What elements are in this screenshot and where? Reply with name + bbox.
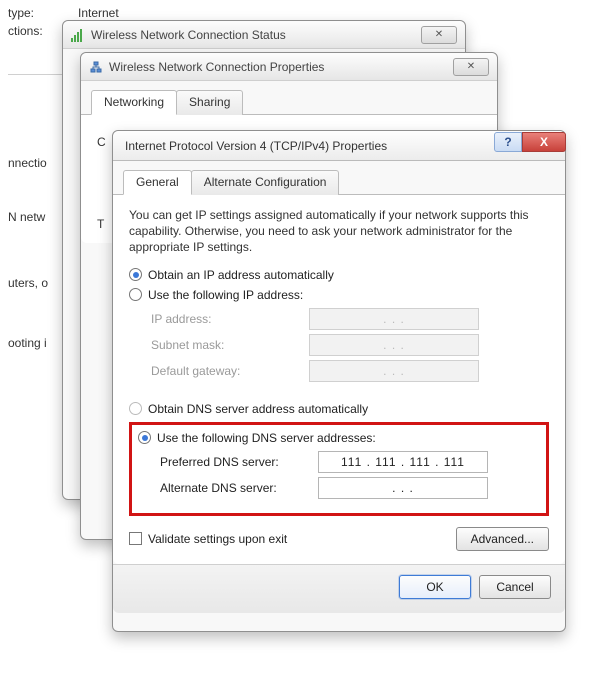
radio-ip-manual-label: Use the following IP address: [148,288,303,302]
radio-ip-auto[interactable] [129,268,142,281]
alternate-dns-label: Alternate DNS server: [160,481,310,495]
properties-tabs: Networking Sharing [81,81,497,115]
ipv4-footer: OK Cancel [113,564,565,613]
ok-button[interactable]: OK [399,575,471,599]
ipv4-tabs: General Alternate Configuration [113,161,565,195]
status-titlebar[interactable]: Wireless Network Connection Status ✕ [63,21,465,49]
properties-titlebar[interactable]: Wireless Network Connection Properties ✕ [81,53,497,81]
radio-ip-manual[interactable] [129,288,142,301]
close-icon[interactable]: ✕ [453,58,489,76]
ipv4-description: You can get IP settings assigned automat… [129,207,549,256]
signal-icon [71,28,85,42]
close-icon[interactable]: ✕ [421,26,457,44]
preferred-dns-label: Preferred DNS server: [160,455,310,469]
radio-dns-manual[interactable] [138,431,151,444]
preferred-dns-field[interactable]: 111 . 111 . 111 . 111 [318,451,488,473]
help-icon[interactable]: ? [494,132,522,152]
tab-sharing[interactable]: Sharing [176,90,243,115]
radio-dns-manual-label: Use the following DNS server addresses: [157,431,376,445]
status-title: Wireless Network Connection Status [91,28,415,42]
subnet-mask-label: Subnet mask: [151,338,301,352]
properties-title: Wireless Network Connection Properties [109,60,447,74]
alternate-dns-field[interactable]: . . . [318,477,488,499]
radio-ip-auto-label: Obtain an IP address automatically [148,268,334,282]
tab-alternate-configuration[interactable]: Alternate Configuration [191,170,340,195]
default-gateway-field: . . . [309,360,479,382]
bg-type-value: Internet [78,6,119,20]
bg-ctions-label: ctions: [8,24,43,38]
validate-label: Validate settings upon exit [148,532,287,546]
validate-checkbox[interactable] [129,532,142,545]
bg-n-netw: N netw [8,210,45,224]
radio-dns-auto-label: Obtain DNS server address automatically [148,402,368,416]
ip-address-field: . . . [309,308,479,330]
ipv4-titlebar[interactable]: Internet Protocol Version 4 (TCP/IPv4) P… [113,131,565,161]
bg-ooting: ooting i [8,336,47,350]
close-icon[interactable]: X [522,132,566,152]
bg-connection: nnectio [8,156,47,170]
bg-type-label: type: [8,6,34,20]
tab-networking[interactable]: Networking [91,90,177,115]
ip-address-label: IP address: [151,312,301,326]
default-gateway-label: Default gateway: [151,364,301,378]
network-icon [89,60,103,74]
bg-uters: uters, o [8,276,48,290]
ipv4-title: Internet Protocol Version 4 (TCP/IPv4) P… [125,139,494,153]
ipv4-window: Internet Protocol Version 4 (TCP/IPv4) P… [112,130,566,632]
cancel-button[interactable]: Cancel [479,575,551,599]
radio-dns-auto[interactable] [129,402,142,415]
tab-general[interactable]: General [123,170,192,195]
subnet-mask-field: . . . [309,334,479,356]
advanced-button[interactable]: Advanced... [456,527,549,551]
dns-highlight: Use the following DNS server addresses: … [129,422,549,516]
